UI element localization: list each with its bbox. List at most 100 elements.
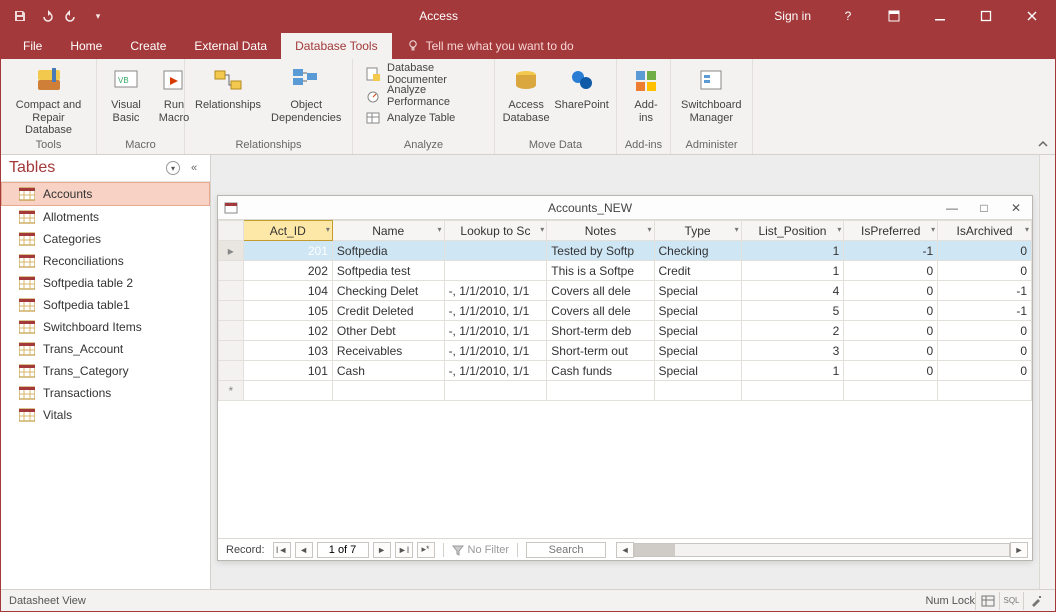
table-row[interactable]: 101Cash-, 1/1/2010, 1/1Cash fundsSpecial… [219, 361, 1032, 381]
column-dropdown-icon[interactable]: ▾ [1025, 225, 1029, 234]
row-selector[interactable] [219, 281, 244, 301]
column-header-list_position[interactable]: List_Position▾ [741, 221, 844, 241]
cell-ispreferred[interactable]: 0 [844, 341, 938, 361]
column-header-isarchived[interactable]: IsArchived▾ [938, 221, 1032, 241]
datasheet-horizontal-scrollbar[interactable]: ◄► [616, 542, 1028, 558]
cell-list-position[interactable]: 1 [741, 361, 844, 381]
cell-notes[interactable]: Covers all dele [547, 301, 654, 321]
nav-item-categories[interactable]: Categories [1, 228, 210, 250]
column-header-notes[interactable]: Notes▾ [547, 221, 654, 241]
cell-ispreferred[interactable]: 0 [844, 261, 938, 281]
tab-home[interactable]: Home [56, 33, 116, 59]
row-selector-header[interactable] [219, 221, 244, 241]
nav-item-reconciliations[interactable]: Reconciliations [1, 250, 210, 272]
record-last-icon[interactable]: ►I [395, 542, 413, 558]
column-header-ispreferred[interactable]: IsPreferred▾ [844, 221, 938, 241]
save-icon[interactable] [9, 5, 31, 27]
collapse-ribbon-icon[interactable] [1037, 138, 1049, 150]
subwindow-system-icon[interactable] [218, 201, 244, 215]
nav-item-allotments[interactable]: Allotments [1, 206, 210, 228]
cell-act-id[interactable]: 105 [243, 301, 332, 321]
nav-item-softpedia-table-2[interactable]: Softpedia table 2 [1, 272, 210, 294]
cell-lookup[interactable] [444, 261, 547, 281]
nav-header[interactable]: Tables [9, 159, 166, 177]
nav-item-trans_category[interactable]: Trans_Category [1, 360, 210, 382]
new-record-row[interactable]: * [219, 381, 1032, 401]
cell-lookup[interactable]: -, 1/1/2010, 1/1 [444, 301, 547, 321]
cell-name[interactable]: Softpedia test [332, 261, 444, 281]
view-sql-icon[interactable]: SQL [999, 592, 1023, 610]
maximize-icon[interactable] [963, 1, 1009, 31]
nav-shutter-icon[interactable]: « [186, 162, 202, 174]
help-icon[interactable]: ? [825, 1, 871, 31]
cell-type[interactable]: Special [654, 341, 741, 361]
table-row[interactable]: 103Receivables-, 1/1/2010, 1/1Short-term… [219, 341, 1032, 361]
column-header-lookup-to-sc[interactable]: Lookup to Sc▾ [444, 221, 547, 241]
cell-notes[interactable]: Covers all dele [547, 281, 654, 301]
cell-list-position[interactable]: 4 [741, 281, 844, 301]
subwindow-close-icon[interactable]: ✕ [1000, 201, 1032, 215]
subwindow-maximize-icon[interactable]: □ [968, 201, 1000, 215]
record-first-icon[interactable]: I◄ [273, 542, 291, 558]
row-selector[interactable] [219, 341, 244, 361]
close-icon[interactable] [1009, 1, 1055, 31]
cell-name[interactable]: Cash [332, 361, 444, 381]
row-selector[interactable]: * [219, 381, 244, 401]
visual-basic-button[interactable]: VB Visual Basic [103, 63, 149, 126]
nav-item-trans_account[interactable]: Trans_Account [1, 338, 210, 360]
tell-me-search[interactable]: Tell me what you want to do [392, 33, 588, 59]
cell-type[interactable]: Checking [654, 241, 741, 261]
cell-act-id[interactable]: 104 [243, 281, 332, 301]
tab-database-tools[interactable]: Database Tools [281, 33, 392, 59]
tab-file[interactable]: File [9, 33, 56, 59]
record-search-input[interactable] [526, 542, 606, 558]
table-row[interactable]: 202Softpedia testThis is a SoftpeCredit1… [219, 261, 1032, 281]
cell-ispreferred[interactable]: 0 [844, 361, 938, 381]
nav-item-accounts[interactable]: Accounts [1, 182, 210, 206]
tab-external-data[interactable]: External Data [180, 33, 281, 59]
row-selector[interactable] [219, 321, 244, 341]
cell-isarchived[interactable]: 0 [938, 361, 1032, 381]
no-filter-label[interactable]: No Filter [468, 544, 510, 556]
cell-act-id[interactable]: 103 [243, 341, 332, 361]
nav-item-transactions[interactable]: Transactions [1, 382, 210, 404]
record-new-icon[interactable]: ▸* [417, 542, 435, 558]
cell-lookup[interactable]: -, 1/1/2010, 1/1 [444, 321, 547, 341]
redo-icon[interactable] [61, 5, 83, 27]
cell-type[interactable]: Special [654, 321, 741, 341]
cell-act-id[interactable]: 102 [243, 321, 332, 341]
cell-lookup[interactable]: -, 1/1/2010, 1/1 [444, 361, 547, 381]
nav-item-switchboard-items[interactable]: Switchboard Items [1, 316, 210, 338]
table-row[interactable]: 104Checking Delet-, 1/1/2010, 1/1Covers … [219, 281, 1032, 301]
cell-act-id[interactable]: 201 [243, 241, 332, 261]
cell-isarchived[interactable]: -1 [938, 301, 1032, 321]
cell-name[interactable]: Softpedia [332, 241, 444, 261]
table-row[interactable]: 102Other Debt-, 1/1/2010, 1/1Short-term … [219, 321, 1032, 341]
cell-name[interactable]: Other Debt [332, 321, 444, 341]
compact-repair-button[interactable]: Compact and Repair Database [7, 63, 90, 139]
sign-in-link[interactable]: Sign in [760, 9, 825, 23]
sharepoint-button[interactable]: SharePoint [553, 63, 610, 114]
analyze-table-button[interactable]: Analyze Table [359, 107, 488, 129]
database-documenter-button[interactable]: Database Documenter [359, 63, 488, 85]
object-dependencies-button[interactable]: Object Dependencies [267, 63, 345, 126]
cell-act-id[interactable]: 101 [243, 361, 332, 381]
record-prev-icon[interactable]: ◄ [295, 542, 313, 558]
cell-type[interactable]: Special [654, 281, 741, 301]
table-row[interactable]: 105Credit Deleted-, 1/1/2010, 1/1Covers … [219, 301, 1032, 321]
cell-isarchived[interactable]: 0 [938, 241, 1032, 261]
cell-isarchived[interactable]: -1 [938, 281, 1032, 301]
view-datasheet-icon[interactable] [975, 592, 999, 610]
cell-isarchived[interactable]: 0 [938, 261, 1032, 281]
mdi-vertical-scrollbar[interactable] [1039, 155, 1055, 589]
ribbon-display-icon[interactable] [871, 1, 917, 31]
column-header-name[interactable]: Name▾ [332, 221, 444, 241]
cell-list-position[interactable]: 2 [741, 321, 844, 341]
column-dropdown-icon[interactable]: ▾ [647, 225, 651, 234]
qat-customize-icon[interactable]: ▾ [87, 5, 109, 27]
record-next-icon[interactable]: ► [373, 542, 391, 558]
cell-list-position[interactable]: 1 [741, 261, 844, 281]
cell-ispreferred[interactable]: -1 [844, 241, 938, 261]
cell-name[interactable]: Credit Deleted [332, 301, 444, 321]
cell-ispreferred[interactable]: 0 [844, 281, 938, 301]
